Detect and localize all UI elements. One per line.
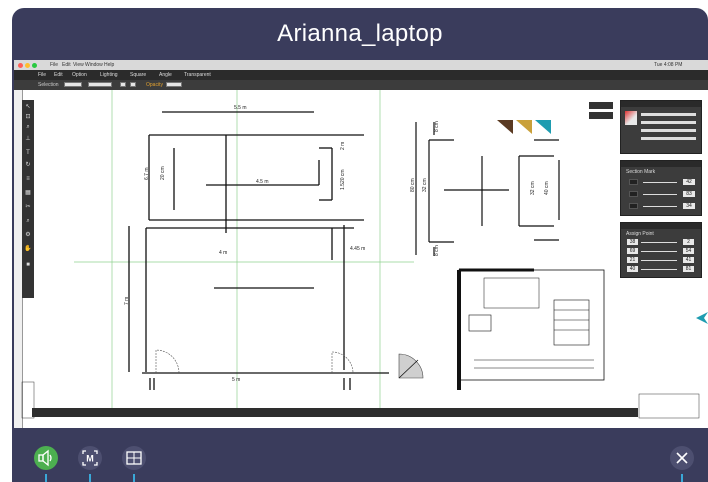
drawing-canvas[interactable]: 5.5 m 4.5 m 6.7 m 20 cm 2 m 1.520 cm 4 m… [14,60,708,428]
layout-indicator [133,474,135,482]
color-swatch-icon[interactable]: ■ [24,262,32,269]
swatch[interactable] [629,203,638,209]
section-mark-title: Section Mark [626,169,656,175]
transform-tool-icon[interactable]: ⊡ [24,114,32,121]
remote-cursor-icon [696,312,708,324]
text-tool-icon[interactable]: T [24,150,32,157]
slider[interactable] [641,269,677,270]
section-mark-panel: Section Mark 42 83 34 [620,160,702,216]
layers-panel-header[interactable] [621,101,701,107]
dim-label: 80 cm [410,178,416,192]
dim-label: 20 cm [160,166,166,180]
search-tool-icon[interactable]: ⌕ [24,218,32,225]
dim-label: 8 cm [434,121,440,132]
slider[interactable] [643,194,677,195]
svg-text:M: M [86,454,94,464]
assign-left-4[interactable]: 40 [627,266,638,272]
dim-label: 2 m [340,142,346,150]
close-icon [676,452,688,464]
grid-icon [126,451,142,465]
slider[interactable] [643,182,677,183]
remote-session-window: Arianna_laptop File Edit View Window Hel… [12,8,708,482]
dim-label: 8 cm [434,245,440,256]
slider[interactable] [643,206,677,207]
assign-left-2[interactable]: 69 [627,248,638,254]
settings-tool-icon[interactable]: ⚙ [24,232,32,239]
dim-label: 5 m [232,377,240,383]
assign-left-3[interactable]: 21 [627,257,638,263]
slider[interactable] [641,251,677,252]
section-value-1[interactable]: 42 [683,179,695,185]
assign-right-4[interactable]: 81 [683,266,694,272]
remote-screen[interactable]: File Edit View Window Help Tue 4:08 PM F… [14,60,708,428]
zoom-tool-icon[interactable]: ⌕ [24,124,32,131]
close-session-button[interactable] [670,446,694,470]
section-value-2[interactable]: 83 [683,191,695,197]
dim-label: 32 cm [422,178,428,192]
dim-label: 4.5 m [256,179,269,185]
window-title: Arianna_laptop [277,20,443,47]
scissors-tool-icon[interactable]: ✂ [24,204,32,211]
assign-left-1[interactable]: 38 [627,239,638,245]
close-indicator [681,474,683,482]
speaker-button[interactable] [34,446,58,470]
select-tool-icon[interactable]: ↖ [24,104,32,111]
dim-label: 1.520 cm [340,169,346,190]
dim-label: 4.45 m [350,246,365,252]
dim-label: 4 m [219,250,227,256]
marker-brown-icon[interactable] [497,120,513,134]
assign-point-panel: Assign Point 38 2 69 54 21 41 40 81 [620,222,702,278]
layers-tool-icon[interactable]: ≡ [24,176,32,183]
slider[interactable] [641,260,677,261]
assign-right-2[interactable]: 54 [683,248,694,254]
dim-label: 32 cm [530,181,536,195]
hand-tool-icon[interactable]: ✋ [24,246,32,253]
layers-panel [620,100,702,154]
measure-tool-icon[interactable]: ⊥ [24,136,32,143]
tools-panel: ↖ ⊡ ⌕ ⊥ T ↻ ≡ ▦ ✂ ⌕ ⚙ ✋ ■ [22,100,34,298]
assign-point-title: Assign Point [626,231,654,237]
assign-right-1[interactable]: 2 [683,239,694,245]
mode-indicator [89,474,91,482]
assign-right-3[interactable]: 41 [683,257,694,263]
grid-tool-icon[interactable]: ▦ [24,190,32,197]
marker-teal-icon[interactable] [535,120,551,134]
section-value-3[interactable]: 34 [683,203,695,209]
layout-button[interactable] [122,446,146,470]
marker-gold-icon[interactable] [516,120,532,134]
mode-button[interactable]: M [78,446,102,470]
speaker-icon [38,449,52,467]
dim-label: 40 cm [544,181,550,195]
slider[interactable] [641,242,677,243]
m-frame-icon: M [82,450,98,466]
rotate-tool-icon[interactable]: ↻ [24,162,32,169]
control-bar: M [12,428,708,482]
swatch[interactable] [629,191,638,197]
color-preview[interactable] [625,111,637,125]
swatch[interactable] [629,179,638,185]
dim-label: 6.7 m [144,167,150,180]
dim-label: 7 m [124,297,130,305]
dim-label: 5.5 m [234,105,247,111]
speaker-indicator [45,474,47,482]
